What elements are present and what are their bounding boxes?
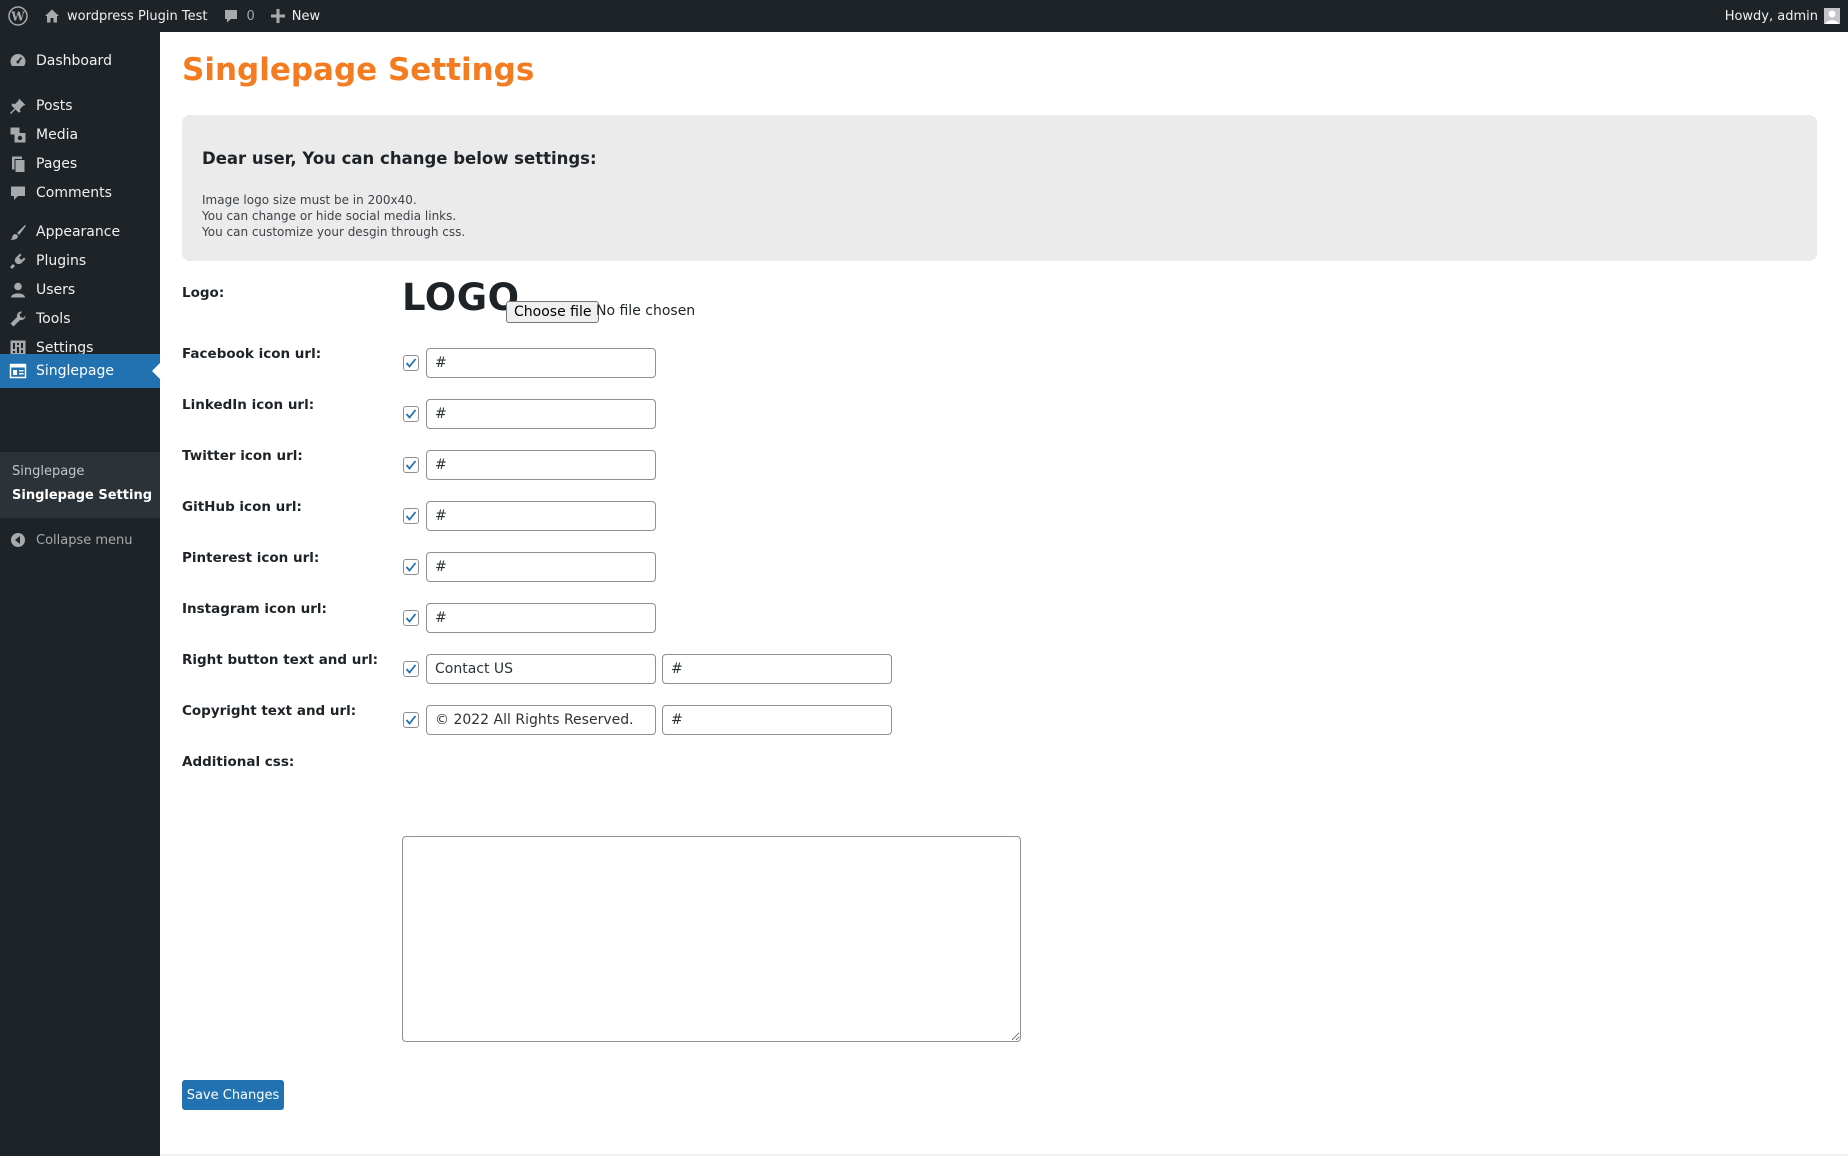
checkmark-icon [405,409,417,419]
checkmark-icon [405,358,417,368]
admin-sidebar: Dashboard Posts Media Pages Comments App… [0,32,160,1156]
comments-link[interactable]: 0 [215,0,262,32]
home-icon [45,9,59,23]
comment-icon [0,184,36,202]
user-icon [0,281,36,299]
checkmark-icon [405,511,417,521]
admin-bar: W wordpress Plugin Test 0 New Howdy, adm… [0,0,1848,32]
pages-icon [0,155,36,173]
twitter-label: Twitter icon url: [182,448,303,464]
checkmark-icon [405,715,417,725]
pinterest-checkbox[interactable] [403,559,419,575]
dashboard-icon [0,52,36,70]
sidebar-item-label: Dashboard [36,53,112,69]
pin-icon [0,97,36,115]
notice-line: You can customize your desgin through cs… [202,225,466,239]
copyright-checkbox[interactable] [403,712,419,728]
collapse-icon [0,532,36,548]
facebook-url-input[interactable] [426,348,656,378]
right-button-url-input[interactable] [662,654,892,684]
checkmark-icon [405,613,417,623]
notice-line: Image logo size must be in 200x40. [202,193,417,207]
singlepage-submenu: Singlepage Singlepage Setting [0,452,160,518]
instagram-checkbox[interactable] [403,610,419,626]
file-status: No file chosen [596,303,696,319]
wordpress-logo-button[interactable]: W [0,0,36,32]
greeting: Howdy, admin [1724,8,1818,24]
instagram-url-input[interactable] [426,603,656,633]
submenu-item-singlepage-setting[interactable]: Singlepage Setting [12,488,152,503]
new-content-link[interactable]: New [263,0,328,32]
brush-icon [0,223,36,241]
collapse-label: Collapse menu [36,532,133,548]
info-notice: Dear user, You can change below settings… [182,115,1817,261]
comments-count: 0 [246,8,255,24]
main-content: Singlepage Settings Dear user, You can c… [160,32,1848,1156]
github-url-input[interactable] [426,501,656,531]
svg-text:W: W [10,10,25,24]
sidebar-item-dashboard[interactable]: Dashboard [0,44,160,78]
avatar-icon [1825,10,1839,24]
sidebar-item-label: Users [36,282,76,298]
copyright-text-input[interactable] [426,705,656,735]
twitter-url-input[interactable] [426,450,656,480]
sidebar-item-singlepage[interactable]: Singlepage [0,354,160,388]
sidebar-item-label: Appearance [36,224,121,240]
sidebar-item-label: Plugins [36,253,87,269]
linkedin-checkbox[interactable] [403,406,419,422]
notice-heading: Dear user, You can change below settings… [202,149,597,168]
sidebar-item-label: Comments [36,185,112,201]
sidebar-item-label: Tools [36,311,71,327]
copyright-url-input[interactable] [662,705,892,735]
copyright-label: Copyright text and url: [182,703,357,719]
instagram-label: Instagram icon url: [182,601,327,617]
checkmark-icon [405,664,417,674]
singlepage-icon [0,362,36,380]
collapse-menu-button[interactable]: Collapse menu [0,522,160,558]
right-button-checkbox[interactable] [403,661,419,677]
twitter-checkbox[interactable] [403,457,419,473]
additional-css-label: Additional css: [182,754,295,770]
avatar [1824,8,1840,24]
github-label: GitHub icon url: [182,499,302,515]
facebook-checkbox[interactable] [403,355,419,371]
wordpress-icon: W [8,6,28,26]
wrench-icon [0,310,36,328]
choose-file-button[interactable]: Choose file [506,301,600,323]
save-changes-button[interactable]: Save Changes [182,1080,284,1110]
submenu-item-singlepage[interactable]: Singlepage [12,464,84,479]
site-name-link[interactable]: wordpress Plugin Test [36,0,215,32]
pinterest-url-input[interactable] [426,552,656,582]
linkedin-label: LinkedIn icon url: [182,397,315,413]
right-button-text-input[interactable] [426,654,656,684]
media-icon [0,126,36,144]
site-name: wordpress Plugin Test [67,8,208,24]
current-menu-arrow [152,363,160,379]
github-checkbox[interactable] [403,508,419,524]
facebook-label: Facebook icon url: [182,346,322,362]
checkmark-icon [405,460,417,470]
plugin-icon [0,252,36,270]
plus-icon [270,9,285,23]
new-label: New [291,8,321,24]
comment-icon [225,10,238,23]
right-button-label: Right button text and url: [182,652,379,668]
sidebar-item-label: Singlepage [36,363,115,379]
logo-label: Logo: [182,285,225,301]
page-title: Singlepage Settings [182,52,535,88]
linkedin-url-input[interactable] [426,399,656,429]
checkmark-icon [405,562,417,572]
additional-css-textarea[interactable] [402,836,1021,1042]
sidebar-item-label: Posts [36,98,73,114]
pinterest-label: Pinterest icon url: [182,550,320,566]
sidebar-item-comments[interactable]: Comments [0,176,160,210]
notice-line: You can change or hide social media link… [202,209,457,223]
sidebar-item-label: Media [36,127,79,143]
sidebar-item-label: Pages [36,156,78,172]
logo-preview: LOGO [402,276,520,319]
account-menu[interactable]: Howdy, admin [1725,0,1840,32]
